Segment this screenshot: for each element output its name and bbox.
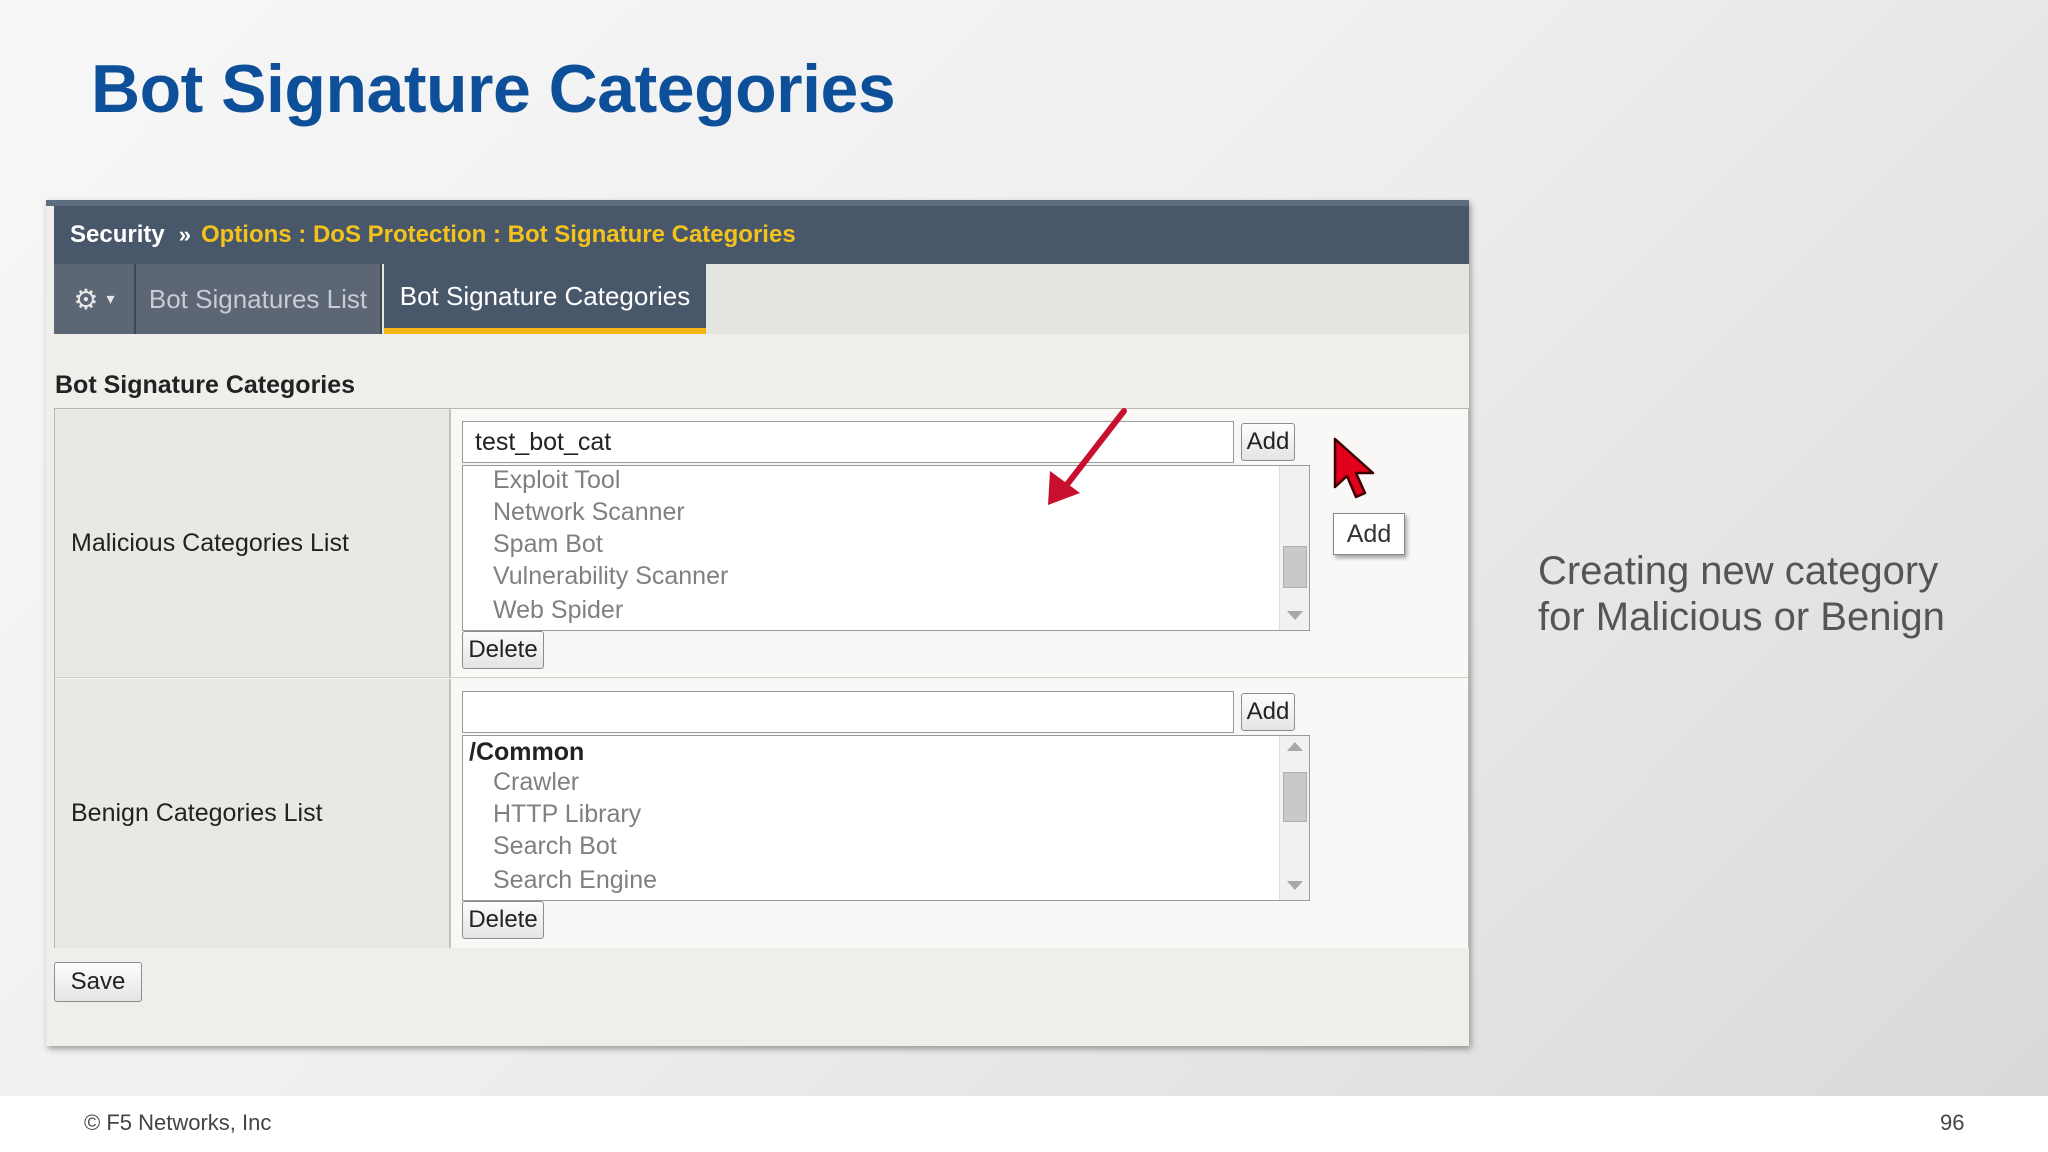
section-heading: Bot Signature Categories <box>55 371 356 399</box>
slide-footer <box>0 1096 2048 1152</box>
red-arrow-icon <box>1048 408 1127 505</box>
page-number: 96 <box>1940 1110 1965 1135</box>
malicious-categories-label: Malicious Categories List <box>55 409 451 677</box>
breadcrumb: Security » Options : DoS Protection : Bo… <box>54 206 1469 264</box>
list-item[interactable]: HTTP Library <box>493 800 641 829</box>
list-item[interactable]: Exploit Tool <box>493 466 620 495</box>
gear-menu-button[interactable]: ⚙ ▾ <box>54 264 136 334</box>
breadcrumb-separator: » <box>178 222 191 247</box>
list-item[interactable]: Search Engine <box>493 866 657 895</box>
scroll-down-icon[interactable] <box>1287 881 1303 890</box>
malicious-list-scrollbar[interactable] <box>1279 466 1309 630</box>
side-note-line-1: Creating new category <box>1538 549 1939 593</box>
scroll-thumb[interactable] <box>1283 772 1307 822</box>
list-item[interactable]: Search Bot <box>493 832 617 861</box>
tab-strip: ⚙ ▾ Bot Signatures List Bot Signature Ca… <box>54 264 1469 334</box>
list-item[interactable]: Spam Bot <box>493 530 603 559</box>
side-note-line-2: for Malicious or Benign <box>1538 595 1945 639</box>
malicious-categories-body: Add Exploit Tool Network Scanner Spam Bo… <box>451 409 1468 677</box>
screenshot-panel: Security » Options : DoS Protection : Bo… <box>46 200 1469 1046</box>
malicious-add-button[interactable]: Add <box>1241 423 1295 461</box>
chevron-down-icon: ▾ <box>106 291 115 308</box>
breadcrumb-root[interactable]: Security <box>70 221 165 249</box>
categories-form-table: Malicious Categories List Add Exploit To… <box>54 408 1469 948</box>
scroll-up-icon[interactable] <box>1287 742 1303 751</box>
list-item[interactable]: Crawler <box>493 768 579 797</box>
benign-category-input[interactable] <box>462 691 1234 733</box>
benign-categories-label: Benign Categories List <box>55 679 451 948</box>
benign-list-scrollbar[interactable] <box>1279 736 1309 900</box>
save-button[interactable]: Save <box>54 962 142 1002</box>
scroll-down-icon[interactable] <box>1287 611 1303 620</box>
benign-delete-button[interactable]: Delete <box>462 901 544 939</box>
mouse-pointer-icon <box>1333 437 1375 499</box>
malicious-categories-row: Malicious Categories List Add Exploit To… <box>55 409 1468 678</box>
tab-bot-signatures-list[interactable]: Bot Signatures List <box>136 264 382 334</box>
list-item[interactable]: Web Spider <box>493 596 623 625</box>
add-tooltip: Add <box>1333 513 1405 555</box>
tab-bot-signature-categories[interactable]: Bot Signature Categories <box>384 264 706 334</box>
gear-icon: ⚙ <box>73 283 99 315</box>
copyright-text: © F5 Networks, Inc <box>84 1110 272 1135</box>
list-item[interactable]: Vulnerability Scanner <box>493 562 728 591</box>
breadcrumb-path: Options : DoS Protection : Bot Signature… <box>200 221 796 248</box>
tab-label: Bot Signatures List <box>148 283 368 314</box>
scroll-thumb[interactable] <box>1283 546 1307 588</box>
slide-title: Bot Signature Categories <box>91 51 896 127</box>
benign-categories-body: Add /Common Crawler HTTP Library Search … <box>451 679 1468 948</box>
benign-add-button[interactable]: Add <box>1241 693 1295 731</box>
malicious-categories-listbox[interactable]: Exploit Tool Network Scanner Spam Bot Vu… <box>462 465 1310 631</box>
side-note: Creating new category for Malicious or B… <box>1538 548 1945 640</box>
list-group-header: /Common <box>469 738 585 766</box>
tab-label: Bot Signature Categories <box>399 280 691 311</box>
malicious-delete-button[interactable]: Delete <box>462 631 544 669</box>
benign-categories-listbox[interactable]: /Common Crawler HTTP Library Search Bot … <box>462 735 1310 901</box>
benign-categories-row: Benign Categories List Add /Common Crawl… <box>55 679 1468 948</box>
list-item[interactable]: Network Scanner <box>493 498 685 527</box>
